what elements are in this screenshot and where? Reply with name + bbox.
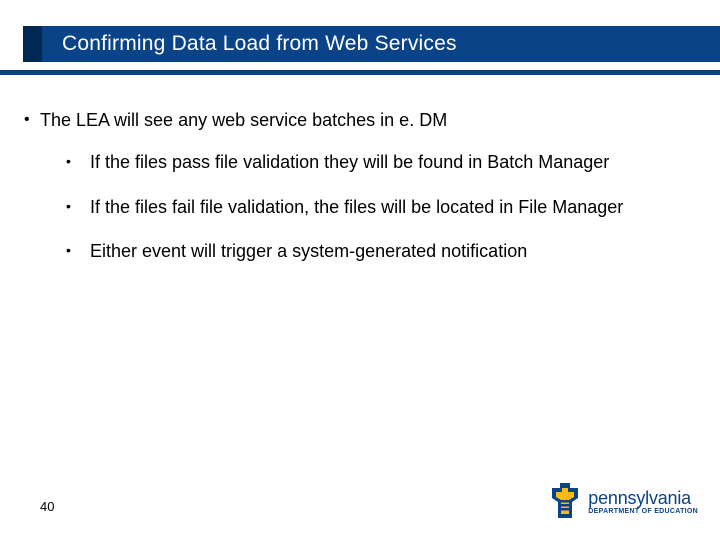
bullet-text: If the files pass file validation they w… [90, 150, 696, 174]
bullet-dot: • [24, 108, 40, 132]
logo-text: pennsylvania DEPARTMENT OF EDUCATION [588, 489, 698, 515]
title-bar: Confirming Data Load from Web Services [0, 26, 720, 66]
bullet-dot: • [66, 239, 90, 263]
bullet-level2: • If the files fail file validation, the… [66, 195, 696, 219]
bullet-level2: • Either event will trigger a system-gen… [66, 239, 696, 263]
bullet-dot: • [66, 150, 90, 174]
logo-state: pennsylvania [588, 489, 698, 507]
slide: Confirming Data Load from Web Services •… [0, 0, 720, 540]
bullet-level2: • If the files pass file validation they… [66, 150, 696, 174]
bullet-text: Either event will trigger a system-gener… [90, 239, 696, 263]
bullet-text: The LEA will see any web service batches… [40, 108, 696, 132]
bullet-dot: • [66, 195, 90, 219]
slide-title: Confirming Data Load from Web Services [62, 32, 457, 56]
title-underline [0, 70, 720, 75]
keystone-icon [548, 482, 582, 522]
pa-doe-logo: pennsylvania DEPARTMENT OF EDUCATION [548, 482, 698, 522]
bullet-text: If the files fail file validation, the f… [90, 195, 696, 219]
logo-department: DEPARTMENT OF EDUCATION [588, 508, 698, 515]
page-number: 40 [40, 499, 54, 514]
content-area: • The LEA will see any web service batch… [24, 108, 696, 283]
bullet-level1: • The LEA will see any web service batch… [24, 108, 696, 132]
title-bar-accent [23, 26, 42, 62]
